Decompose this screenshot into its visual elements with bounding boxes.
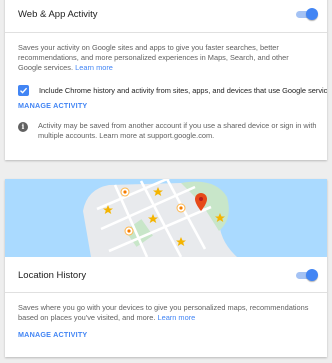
include-chrome-history-checkbox[interactable] — [18, 85, 29, 96]
location-history-description: Saves where you go with your devices to … — [18, 303, 314, 323]
location-history-title: Location History — [18, 270, 87, 281]
check-icon — [20, 87, 28, 94]
include-chrome-history-label: Include Chrome history and activity from… — [39, 86, 327, 95]
description-text: Saves your activity on Google sites and … — [18, 43, 289, 72]
divider — [5, 32, 327, 33]
location-map-illustration — [5, 179, 327, 257]
learn-more-link[interactable]: Learn more — [75, 63, 113, 72]
web-app-manage-activity-button[interactable]: MANAGE ACTIVITY — [18, 101, 87, 110]
learn-more-link[interactable]: Learn more — [157, 313, 195, 322]
toggle-knob — [306, 8, 318, 20]
web-app-activity-description: Saves your activity on Google sites and … — [18, 43, 314, 73]
web-app-activity-title: Web & App Activity — [18, 9, 98, 20]
divider — [5, 292, 327, 293]
web-app-activity-toggle[interactable] — [296, 8, 318, 20]
shared-device-info-text: Activity may be saved from another accou… — [38, 121, 317, 140]
web-app-activity-card: Web & App Activity Saves your activity o… — [5, 0, 327, 160]
toggle-knob — [306, 269, 318, 281]
info-icon: i — [18, 122, 28, 132]
location-manage-activity-button[interactable]: MANAGE ACTIVITY — [18, 330, 87, 339]
location-history-card: Location History Saves where you go with… — [5, 179, 327, 357]
location-history-toggle[interactable] — [296, 269, 318, 281]
